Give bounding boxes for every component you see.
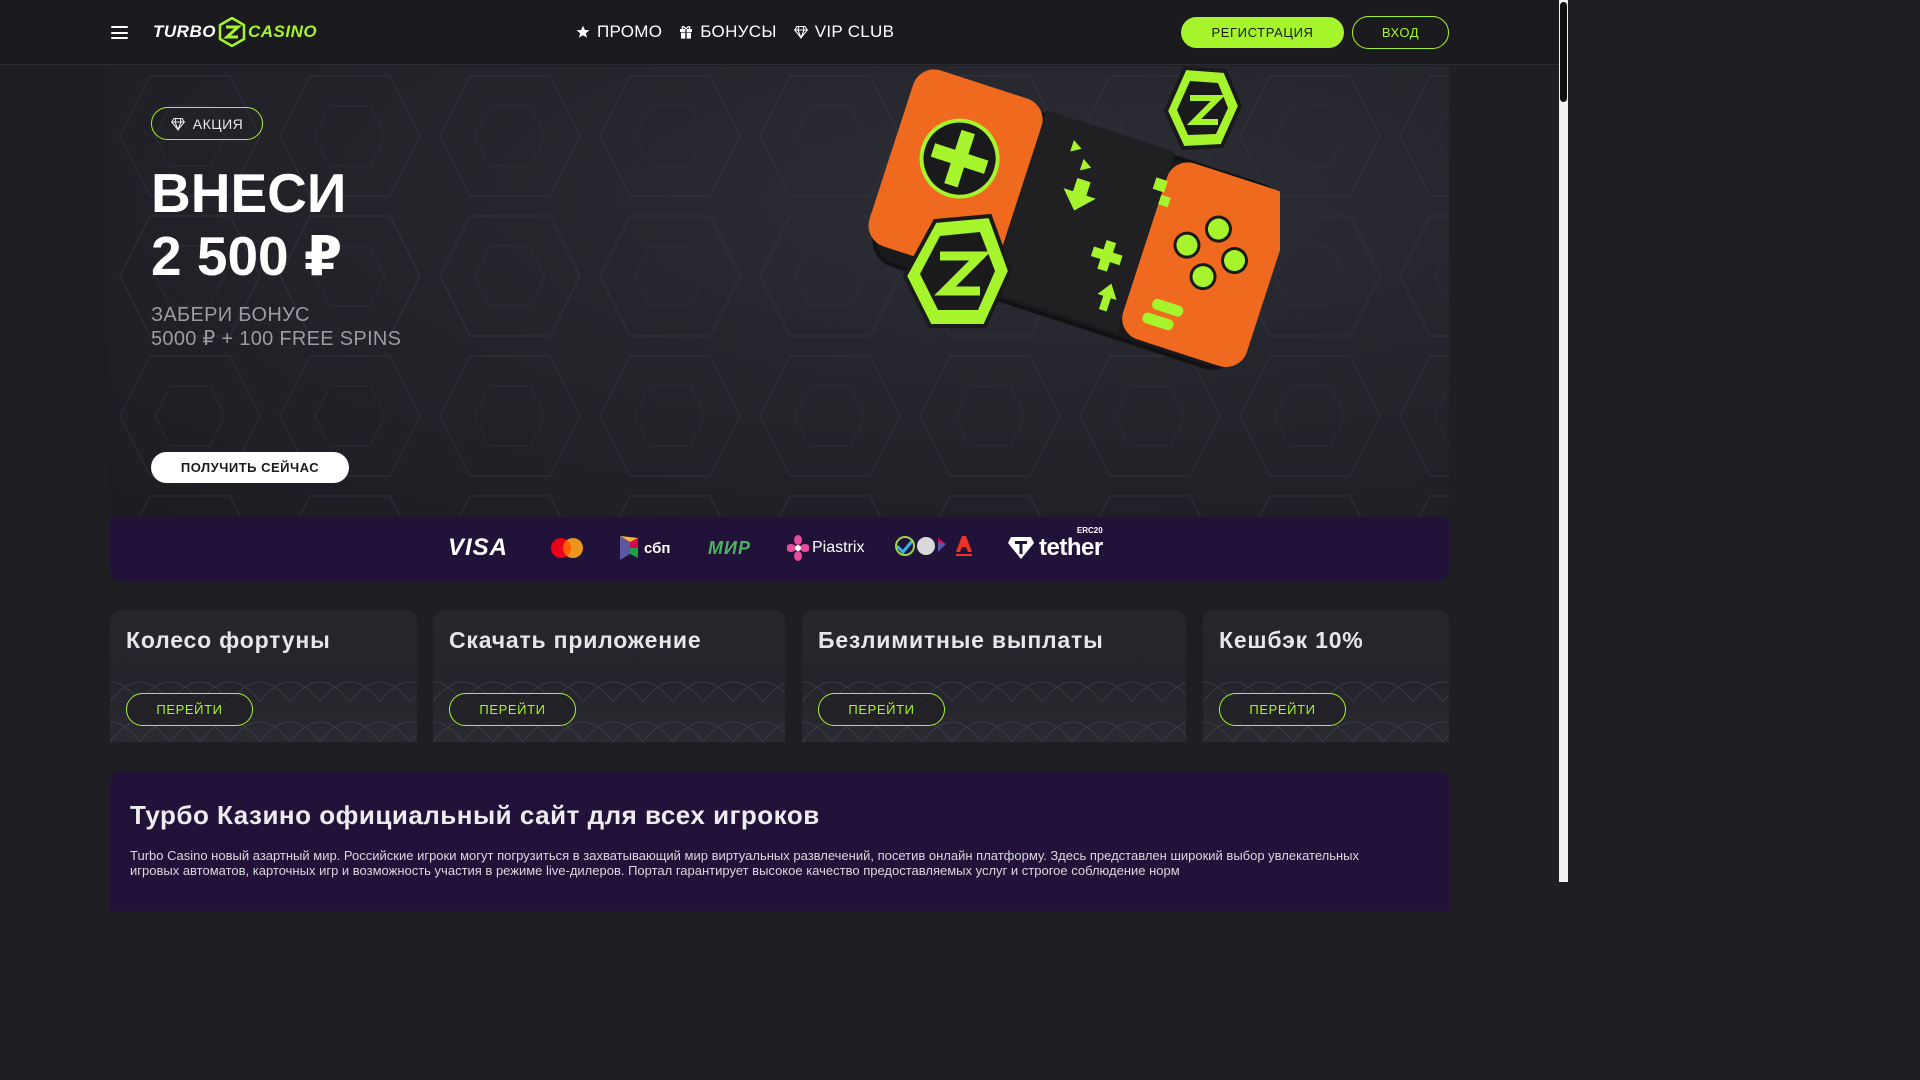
nav-promo-label: ПРОМО — [597, 22, 663, 41]
menu-icon[interactable] — [111, 26, 128, 39]
mir-text: МИР — [708, 537, 751, 558]
tether-logo: tether ERC20 — [1007, 526, 1103, 566]
piastrix-flower-icon — [787, 535, 809, 561]
hero-title: ВНЕСИ 2 500 ₽ — [151, 162, 346, 288]
card-go-button[interactable]: ПЕРЕЙТИ — [1219, 693, 1346, 726]
mastercard-logo — [550, 530, 584, 566]
seo-title: Турбо Казино официальный сайт для всех и… — [130, 800, 820, 830]
register-button[interactable]: РЕГИСТРАЦИЯ — [1181, 17, 1344, 48]
nav-vip-club[interactable]: VIP CLUB — [793, 22, 895, 42]
logo-text-turbo: TURBO — [153, 22, 216, 41]
payment-methods-bar: VISA сбп МИР Piastrix tether ERC20 — [110, 517, 1449, 581]
card-title: Колесо фортуны — [126, 627, 331, 653]
promo-card-wheel[interactable]: Колесо фортуны ПЕРЕЙТИ — [110, 610, 417, 742]
tether-icon — [1008, 537, 1034, 559]
hero-title-line1: ВНЕСИ — [151, 162, 347, 224]
nav-vip-label: VIP CLUB — [814, 22, 895, 41]
hero-subtitle-line1: ЗАБЕРИ БОНУС — [151, 304, 310, 326]
logo-text-casino: CASINO — [247, 22, 318, 41]
promo-card-cashback[interactable]: Кешбэк 10% ПЕРЕЙТИ — [1203, 610, 1449, 742]
card-title: Кешбэк 10% — [1219, 627, 1364, 653]
site-logo[interactable]: TURBO CASINO — [153, 16, 317, 48]
tether-text: tether — [1039, 534, 1103, 561]
chip-small-icon — [1163, 66, 1243, 151]
nav-bonuses-label: БОНУСЫ — [700, 22, 777, 41]
visa-text: VISA — [448, 534, 509, 561]
promo-badge-label: АКЦИЯ — [192, 115, 244, 132]
gamepad-illustration — [868, 66, 1280, 370]
seo-paragraph: Turbo Casino новый азартный мир. Российс… — [130, 848, 1360, 878]
promo-card-app[interactable]: Скачать приложение ПЕРЕЙТИ — [433, 610, 785, 742]
promo-card-payouts[interactable]: Безлимитные выплаты ПЕРЕЙТИ — [802, 610, 1186, 742]
gift-icon — [680, 26, 693, 39]
piastrix-text: Piastrix — [812, 539, 865, 556]
hero-subtitle-line2: 5000 ₽ + 100 FREE SPINS — [151, 328, 402, 350]
sbp-text: сбп — [644, 539, 671, 557]
hero-title-line2: 2 500 ₽ — [151, 225, 343, 287]
skypay-logo — [894, 530, 976, 566]
diamond-icon — [793, 25, 808, 39]
piastrix-logo: Piastrix — [787, 530, 864, 566]
nav-promo[interactable]: ПРОМО — [576, 22, 662, 42]
login-button[interactable]: ВХОД — [1352, 16, 1449, 49]
sbp-logo: сбп — [618, 530, 670, 566]
mir-logo: МИР — [708, 530, 751, 566]
card-title: Скачать приложение — [449, 627, 702, 653]
hero-banner: АКЦИЯ ВНЕСИ 2 500 ₽ ЗАБЕРИ БОНУС 5000 ₽ … — [110, 66, 1449, 517]
card-go-button[interactable]: ПЕРЕЙТИ — [449, 693, 576, 726]
card-go-button[interactable]: ПЕРЕЙТИ — [126, 693, 253, 726]
sbp-icon — [620, 536, 638, 560]
seo-section: Турбо Казино официальный сайт для всех и… — [110, 771, 1449, 911]
skypay-group-icon — [895, 536, 972, 556]
visa-logo: VISA — [448, 530, 508, 566]
promo-badge: АКЦИЯ — [151, 107, 263, 140]
nav-bonuses[interactable]: БОНУСЫ — [679, 22, 776, 42]
get-bonus-button[interactable]: ПОЛУЧИТЬ СЕЙЧАС — [151, 452, 349, 483]
site-header: TURBO CASINO ПРОМО БОНУСЫ VIP CLUB РЕГИС… — [0, 0, 1559, 65]
tether-erc20-badge: ERC20 — [1076, 526, 1103, 535]
card-title: Безлимитные выплаты — [818, 627, 1104, 653]
page-scrollbar[interactable] — [1559, 0, 1568, 882]
diamond-icon — [170, 117, 185, 131]
mastercard-icon — [551, 538, 583, 558]
hero-subtitle: ЗАБЕРИ БОНУС 5000 ₽ + 100 FREE SPINS — [151, 303, 401, 351]
scrollbar-thumb[interactable] — [1560, 2, 1567, 102]
star-icon — [576, 25, 590, 38]
main-nav: ПРОМО БОНУСЫ VIP CLUB — [576, 22, 894, 42]
logo-mark-icon — [218, 17, 246, 47]
card-go-button[interactable]: ПЕРЕЙТИ — [818, 693, 945, 726]
